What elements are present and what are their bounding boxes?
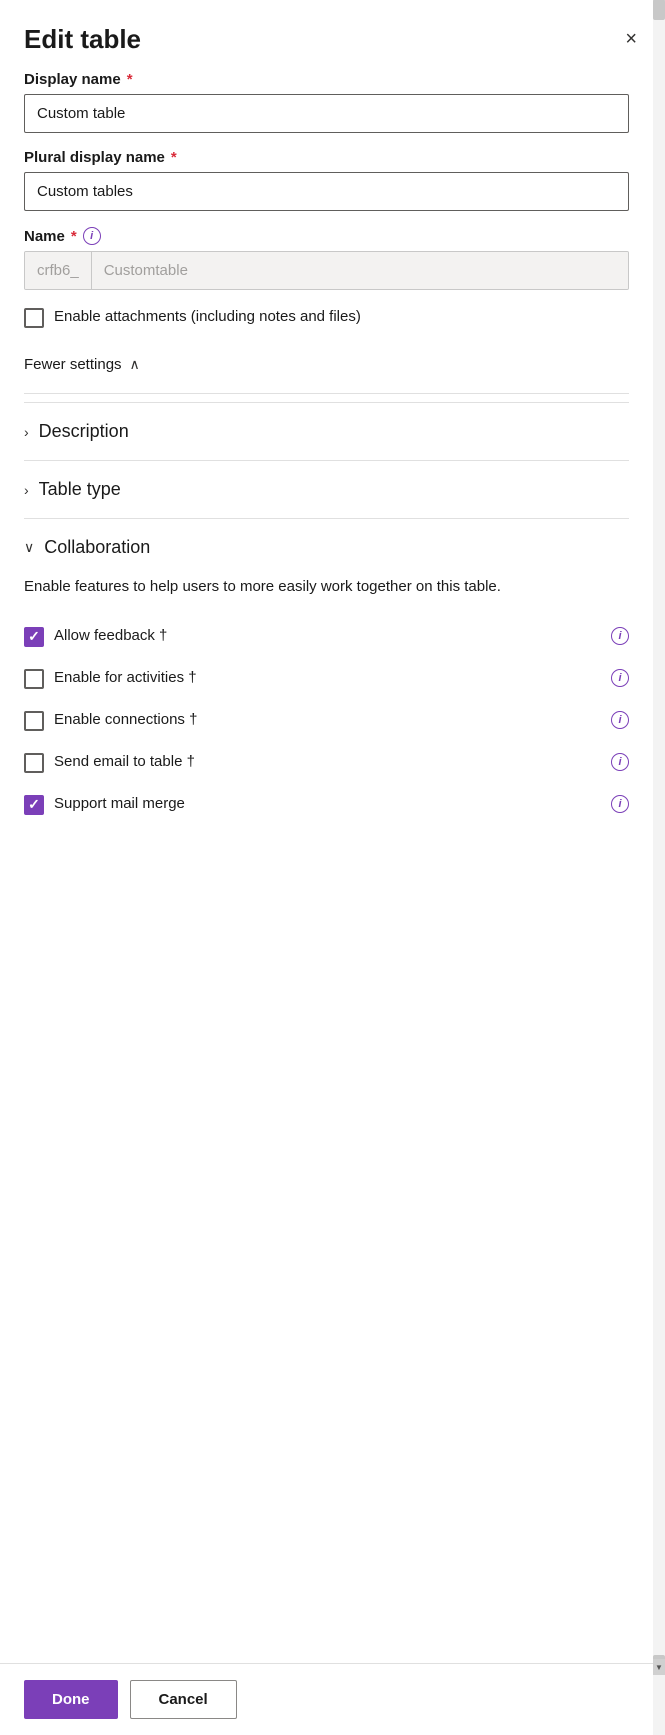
enable-attachments-row: Enable attachments (including notes and … (24, 306, 629, 328)
enable-connections-row: Enable connections † i (24, 699, 629, 741)
scrollbar-track: ▲ ▼ (653, 0, 665, 1735)
edit-table-panel: ▲ ▼ Edit table × Display name * Plural d… (0, 0, 665, 1735)
description-section: › Description (24, 402, 629, 460)
enable-activities-left: Enable for activities † (24, 667, 197, 689)
enable-attachments-label: Enable attachments (including notes and … (54, 306, 361, 327)
send-email-row: Send email to table † i (24, 741, 629, 783)
name-value: Customtable (92, 252, 628, 289)
name-input-group: crfb6_ Customtable (24, 251, 629, 290)
panel-title: Edit table (24, 24, 141, 55)
description-toggle[interactable]: › Description (24, 403, 629, 460)
panel-header: Edit table × (0, 0, 665, 71)
plural-display-name-label: Plural display name * (24, 149, 629, 166)
display-name-input[interactable] (24, 94, 629, 133)
allow-feedback-info-icon[interactable]: i (611, 627, 629, 645)
table-type-label: Table type (39, 479, 121, 500)
name-info-icon[interactable]: i (83, 227, 101, 245)
name-required: * (71, 228, 77, 245)
enable-connections-label: Enable connections † (54, 711, 197, 728)
collaboration-expand-icon: ∨ (24, 539, 34, 556)
enable-activities-info-icon[interactable]: i (611, 669, 629, 687)
table-type-expand-icon: › (24, 482, 29, 498)
table-type-toggle[interactable]: › Table type (24, 461, 629, 518)
support-mail-merge-label: Support mail merge (54, 795, 185, 812)
collaboration-label: Collaboration (44, 537, 150, 558)
send-email-label: Send email to table † (54, 753, 195, 770)
fewer-settings-toggle[interactable]: Fewer settings ∧ (24, 344, 140, 385)
enable-connections-checkbox[interactable] (24, 711, 44, 731)
description-expand-icon: › (24, 424, 29, 440)
allow-feedback-label: Allow feedback † (54, 627, 167, 644)
fewer-settings-arrow: ∧ (130, 356, 140, 373)
collaboration-section: ∨ Collaboration Enable features to help … (24, 518, 629, 841)
support-mail-merge-info-icon[interactable]: i (611, 795, 629, 813)
name-group: Name * i crfb6_ Customtable (24, 227, 629, 290)
plural-display-name-required: * (171, 149, 177, 166)
plural-display-name-group: Plural display name * (24, 149, 629, 211)
send-email-checkbox[interactable] (24, 753, 44, 773)
collaboration-toggle[interactable]: ∨ Collaboration (24, 519, 629, 576)
display-name-group: Display name * (24, 71, 629, 133)
enable-activities-checkbox[interactable] (24, 669, 44, 689)
send-email-info-icon[interactable]: i (611, 753, 629, 771)
allow-feedback-left: Allow feedback † (24, 625, 167, 647)
close-button[interactable]: × (621, 24, 641, 55)
enable-connections-info-icon[interactable]: i (611, 711, 629, 729)
cancel-button[interactable]: Cancel (130, 1680, 237, 1719)
enable-connections-left: Enable connections † (24, 709, 197, 731)
display-name-label: Display name * (24, 71, 629, 88)
fewer-settings-label: Fewer settings (24, 356, 122, 373)
scroll-down-arrow[interactable]: ▼ (653, 1659, 665, 1675)
allow-feedback-checkbox[interactable] (24, 627, 44, 647)
panel-content: Display name * Plural display name * Nam… (0, 71, 665, 1663)
enable-activities-label: Enable for activities † (54, 669, 197, 686)
send-email-left: Send email to table † (24, 751, 195, 773)
settings-divider (24, 393, 629, 394)
name-prefix: crfb6_ (25, 252, 92, 289)
allow-feedback-row: Allow feedback † i (24, 615, 629, 657)
support-mail-merge-left: Support mail merge (24, 793, 185, 815)
support-mail-merge-row: Support mail merge i (24, 783, 629, 825)
display-name-required: * (127, 71, 133, 88)
description-label: Description (39, 421, 129, 442)
plural-display-name-input[interactable] (24, 172, 629, 211)
name-label: Name * i (24, 227, 629, 245)
table-type-section: › Table type (24, 460, 629, 518)
enable-attachments-checkbox[interactable] (24, 308, 44, 328)
enable-activities-row: Enable for activities † i (24, 657, 629, 699)
scrollbar-thumb-top[interactable] (653, 0, 665, 20)
collaboration-content: Enable features to help users to more ea… (24, 576, 629, 841)
done-button[interactable]: Done (24, 1680, 118, 1719)
support-mail-merge-checkbox[interactable] (24, 795, 44, 815)
panel-footer: Done Cancel (0, 1663, 665, 1735)
collaboration-description: Enable features to help users to more ea… (24, 576, 629, 599)
